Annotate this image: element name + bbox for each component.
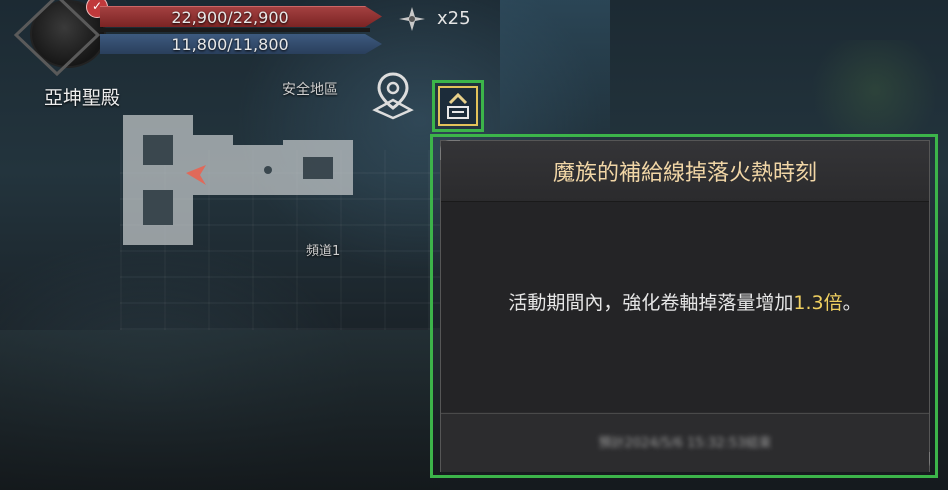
bar-separator [100,28,370,32]
event-button-frame [438,86,478,126]
mp-value: 11,800/11,800 [171,35,289,54]
minimap[interactable] [118,95,358,255]
popup-title: 魔族的補給線掉落火熱時刻 [552,161,817,186]
map-pin-icon[interactable] [371,70,415,120]
event-popup: 魔族的補給線掉落火熱時刻 活動期間內，強化卷軸掉落量增加1.3倍。 預計2024… [440,140,930,472]
popup-footer: 預計2024/5/6 15:32:53結束 [441,413,929,472]
event-end-time: 預計2024/5/6 15:32:53結束 [598,436,772,451]
hp-value: 22,900/22,900 [171,8,289,27]
popup-body: 活動期間內，強化卷軸掉落量增加1.3倍。 [441,202,929,412]
message-suffix: 。 [842,292,862,314]
compass-star-icon [399,7,425,31]
popup-message: 活動期間內，強化卷軸掉落量增加1.3倍。 [441,288,929,315]
background-floor [0,330,440,490]
popup-header: 魔族的補給線掉落火熱時刻 [441,141,929,202]
event-button[interactable] [432,80,484,132]
channel-label: 頻道1 [306,244,341,259]
background-arch [500,0,610,140]
background-foliage [800,40,948,140]
currency-count: x25 [437,8,471,29]
location-name: 亞坤聖殿 [44,87,121,109]
message-text: 活動期間內，強化卷軸掉落量增加 [508,292,794,314]
chevron-up-scroll-icon [447,92,469,119]
message-highlight: 1.3倍 [793,292,843,314]
